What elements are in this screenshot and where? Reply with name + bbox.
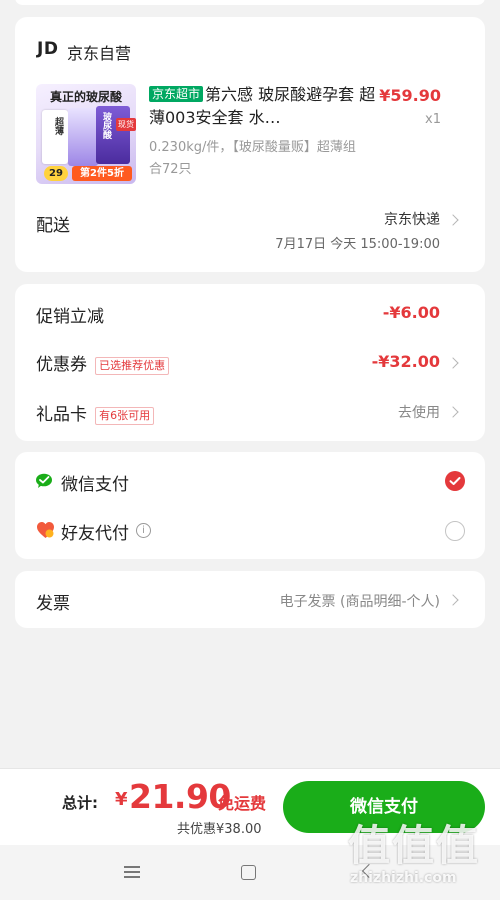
watermark-logo: 值值值 zhizhizhi.com bbox=[348, 812, 498, 894]
giftcard-tag: 有6张可用 bbox=[95, 406, 155, 425]
payment-card: 微信支付 好友代付 i bbox=[15, 452, 485, 559]
product-image-left-text: 超薄 bbox=[53, 117, 63, 135]
coupon-tag: 已选推荐优惠 bbox=[95, 356, 170, 375]
order-card: JD 京东自营 真正的玻尿酸 超薄 玻尿酸 现货 29 第2件5折 京东超市 第六… bbox=[15, 17, 485, 272]
delivery-chevron-icon[interactable] bbox=[447, 214, 459, 226]
total-currency: ¥ bbox=[115, 789, 128, 810]
product-price: ¥59.90 bbox=[379, 86, 441, 105]
coupon-row[interactable]: 优惠券 已选推荐优惠 bbox=[36, 350, 170, 375]
product-image-top-text: 真正的玻尿酸 bbox=[49, 90, 122, 104]
product-image-corner-badge: 现货 bbox=[116, 118, 136, 131]
product-image-side-text: 玻尿酸 bbox=[101, 112, 111, 139]
invoice-label: 发票 bbox=[36, 594, 70, 614]
product-image-promo: 第2件5折 bbox=[72, 166, 132, 181]
giftcard-action[interactable]: 去使用 bbox=[398, 402, 440, 422]
invoice-card[interactable]: 发票 电子发票 (商品明细-个人) bbox=[15, 571, 485, 628]
product-box-mid bbox=[68, 108, 98, 166]
total-amount: 21.90 bbox=[129, 777, 231, 816]
home-icon[interactable] bbox=[241, 865, 256, 880]
giftcard-label: 礼品卡 bbox=[36, 405, 87, 425]
invoice-chevron-icon[interactable] bbox=[447, 594, 459, 606]
delivery-time[interactable]: 7月17日 今天 15:00-19:00 bbox=[275, 233, 440, 252]
coupon-value[interactable]: -¥32.00 bbox=[372, 352, 440, 371]
shipping-text: 免运费 bbox=[218, 794, 267, 813]
friend-pay-label[interactable]: 好友代付 bbox=[61, 519, 129, 544]
watermark-site: zhizhizhi.com bbox=[350, 870, 457, 886]
total-label: 总计: bbox=[62, 794, 98, 812]
previous-card bbox=[15, 0, 485, 5]
invoice-value[interactable]: 电子发票 (商品明细-个人) bbox=[280, 591, 440, 611]
watermark-text: 值值值 bbox=[348, 821, 481, 870]
friend-pay-heart-icon bbox=[36, 521, 55, 539]
discount-card: 促销立减 -¥6.00 优惠券 已选推荐优惠 -¥32.00 礼品卡 有6张可用… bbox=[15, 284, 485, 441]
product-quantity: x1 bbox=[425, 112, 441, 127]
delivery-label: 配送 bbox=[36, 216, 70, 236]
wechat-pay-icon bbox=[36, 473, 56, 489]
promo-value: -¥6.00 bbox=[382, 303, 440, 322]
product-image[interactable]: 真正的玻尿酸 超薄 玻尿酸 现货 29 第2件5折 bbox=[36, 84, 136, 184]
product-image-price-text: 29 bbox=[49, 168, 63, 179]
channel-tag: 京东超市 bbox=[149, 86, 204, 102]
product-title-block[interactable]: 京东超市 第六感 玻尿酸避孕套 超薄003安全套 水… bbox=[149, 83, 377, 129]
menu-icon[interactable] bbox=[124, 866, 140, 878]
coupon-chevron-icon[interactable] bbox=[447, 357, 459, 369]
giftcard-row[interactable]: 礼品卡 有6张可用 bbox=[36, 400, 155, 425]
info-icon[interactable]: i bbox=[136, 523, 151, 538]
jd-logo: JD bbox=[37, 39, 59, 59]
promo-label: 促销立减 bbox=[36, 307, 104, 327]
friend-pay-radio[interactable] bbox=[445, 521, 465, 541]
store-name[interactable]: 京东自营 bbox=[67, 40, 131, 64]
product-image-price-badge: 29 bbox=[44, 166, 68, 181]
delivery-carrier[interactable]: 京东快递 bbox=[384, 209, 440, 229]
giftcard-chevron-icon[interactable] bbox=[447, 406, 459, 418]
product-spec: 0.230kg/件，【玻尿酸量贩】超薄组合72只 bbox=[149, 140, 356, 177]
coupon-label: 优惠券 bbox=[36, 355, 87, 375]
saved-text: 共优惠¥38.00 bbox=[177, 822, 262, 837]
wechat-pay-radio-selected[interactable] bbox=[445, 471, 465, 491]
wechat-pay-label[interactable]: 微信支付 bbox=[61, 470, 129, 495]
